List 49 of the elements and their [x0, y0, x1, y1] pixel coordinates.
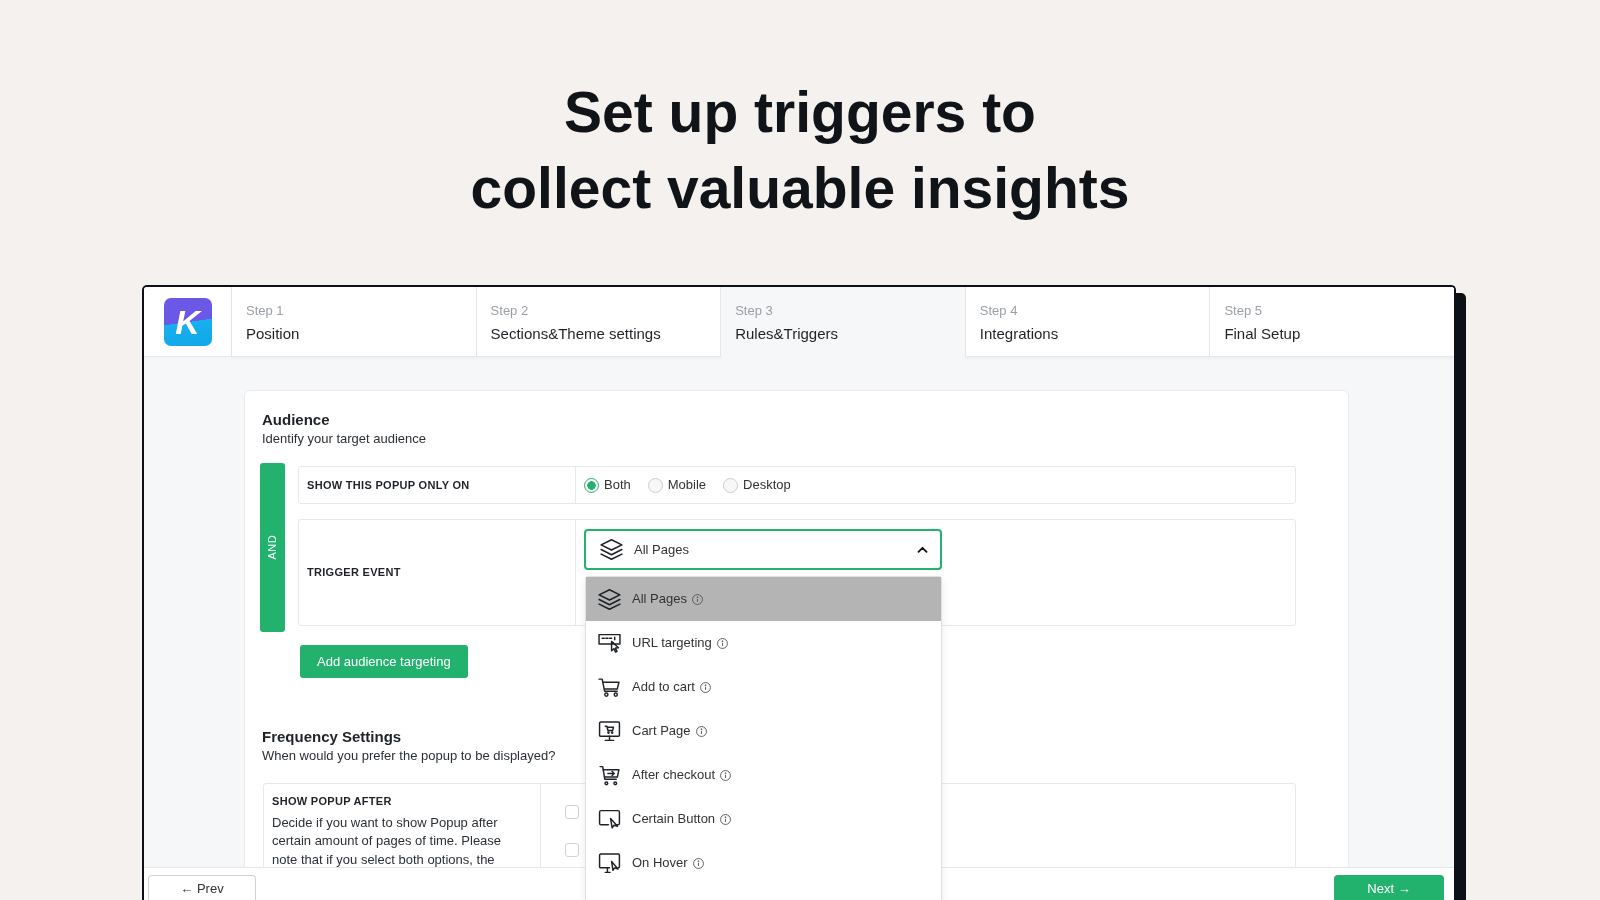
step-tab[interactable]: Step 3 Rules&Triggers: [721, 287, 966, 357]
section-subtitle: When would you prefer the popup to be displayed?: [262, 747, 556, 765]
section-subtitle: Identify your target audience: [262, 430, 427, 448]
dropdown-option[interactable]: URL targeting: [586, 621, 941, 665]
monitor-cart-icon: [598, 719, 621, 743]
monitor-cursor-icon: [598, 851, 621, 875]
section-title: Frequency Settings: [262, 727, 402, 747]
info-icon: [691, 593, 703, 605]
browser-cursor-icon: [598, 631, 621, 655]
step-tab[interactable]: Step 1 Position: [232, 287, 477, 357]
trigger-select[interactable]: All Pages: [584, 529, 942, 570]
dropdown-option[interactable]: After checkout: [586, 753, 941, 797]
app-logo: K: [163, 297, 212, 346]
radio-option[interactable]: Desktop: [723, 475, 791, 495]
info-icon: [720, 769, 732, 781]
radio-option[interactable]: Both: [584, 475, 631, 495]
info-icon: [695, 725, 707, 737]
cart-icon: [598, 675, 621, 699]
dropdown-option[interactable]: Cart Page: [586, 709, 941, 753]
dropdown-option[interactable]: All Pages: [586, 577, 941, 621]
screen-cursor-icon: [598, 807, 621, 831]
step-tab[interactable]: Step 4 Integrations: [965, 287, 1211, 357]
step-tab[interactable]: Step 2 Sections&Theme settings: [476, 287, 722, 357]
dropdown-option[interactable]: Add to cart: [586, 665, 941, 709]
layers-icon: [598, 587, 621, 611]
radio-icon[interactable]: [584, 477, 599, 493]
headline: Set up triggers to collect valuable insights: [470, 79, 1130, 222]
chevron-icon: [917, 546, 928, 553]
prev-button[interactable]: ← Prev: [148, 875, 256, 900]
step-tab[interactable]: Step 5 Final Setup: [1210, 287, 1454, 357]
checkbox[interactable]: [565, 805, 579, 819]
info-icon: [716, 637, 728, 649]
field-label: TRIGGER EVENT: [307, 565, 401, 581]
info-icon: [692, 857, 704, 869]
field-label: SHOW THIS POPUP ONLY ON: [307, 477, 470, 493]
layers-icon: [600, 538, 623, 561]
dropdown-option[interactable]: Certain Button: [586, 797, 941, 841]
section-title: Audience: [262, 410, 330, 430]
info-icon: [699, 681, 711, 693]
field-description: Decide if you want to show Popup after certain amount of pages of time. Please note that if you select both options, the: [272, 813, 503, 869]
dropdown-option[interactable]: On Hover: [586, 841, 941, 885]
cart-arrow-icon: [598, 763, 621, 787]
field-label: SHOW POPUP AFTER: [272, 794, 392, 809]
info-icon: [720, 813, 732, 825]
connector-tag: AND: [260, 463, 285, 632]
radio-icon[interactable]: [647, 477, 663, 493]
radio-icon[interactable]: [723, 477, 739, 493]
radio-option[interactable]: Mobile: [647, 475, 707, 495]
checkbox[interactable]: [565, 843, 579, 857]
